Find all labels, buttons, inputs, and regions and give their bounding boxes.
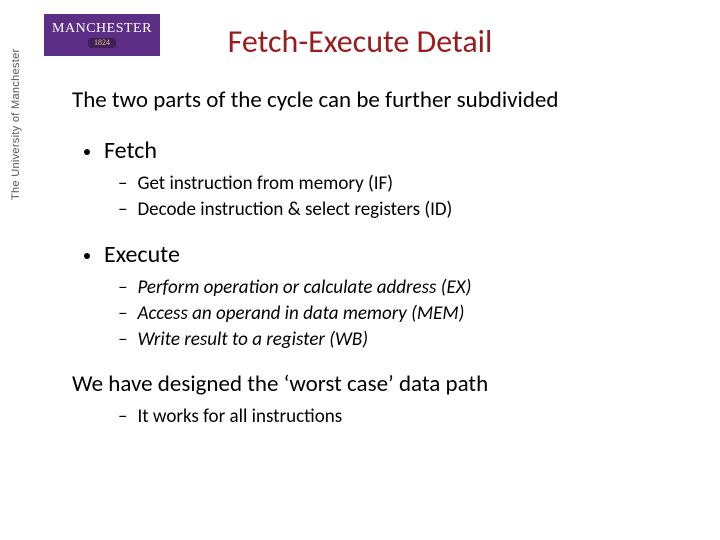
- list-item: – Perform operation or calculate address…: [118, 275, 690, 301]
- bullet-fetch: Fetch: [84, 136, 690, 165]
- bullet-dot-icon: [84, 149, 90, 155]
- bullet-execute: Execute: [84, 240, 690, 269]
- closing-text: We have designed the ‘worst case’ data p…: [72, 370, 690, 398]
- slide-body: The two parts of the cycle can be furthe…: [72, 86, 690, 430]
- dash-icon: –: [118, 171, 127, 197]
- sub-item-text: Get instruction from memory (IF): [137, 171, 393, 197]
- bullet-dot-icon: [84, 253, 90, 259]
- bullet-label: Execute: [104, 240, 180, 269]
- sub-item-text: Access an operand in data memory (MEM): [137, 301, 464, 327]
- slide-title: Fetch-Execute Detail: [0, 22, 720, 61]
- dash-icon: –: [118, 327, 127, 353]
- closing-sublist: – It works for all instructions: [118, 404, 690, 430]
- fetch-sublist: – Get instruction from memory (IF) – Dec…: [118, 171, 690, 222]
- sub-item-text: Write result to a register (WB): [137, 327, 368, 353]
- sub-item-text: It works for all instructions: [137, 404, 342, 430]
- sub-item-text: Decode instruction & select registers (I…: [137, 197, 452, 223]
- lead-text: The two parts of the cycle can be furthe…: [72, 86, 690, 114]
- bullet-label: Fetch: [104, 136, 157, 165]
- sub-item-text: Perform operation or calculate address (…: [137, 275, 471, 301]
- list-item: – It works for all instructions: [118, 404, 690, 430]
- dash-icon: –: [118, 404, 127, 430]
- logo-vertical-text: The University of Manchester: [10, 49, 22, 200]
- list-item: – Write result to a register (WB): [118, 327, 690, 353]
- list-item: – Decode instruction & select registers …: [118, 197, 690, 223]
- dash-icon: –: [118, 275, 127, 301]
- execute-sublist: – Perform operation or calculate address…: [118, 275, 690, 352]
- dash-icon: –: [118, 197, 127, 223]
- list-item: – Access an operand in data memory (MEM): [118, 301, 690, 327]
- list-item: – Get instruction from memory (IF): [118, 171, 690, 197]
- dash-icon: –: [118, 301, 127, 327]
